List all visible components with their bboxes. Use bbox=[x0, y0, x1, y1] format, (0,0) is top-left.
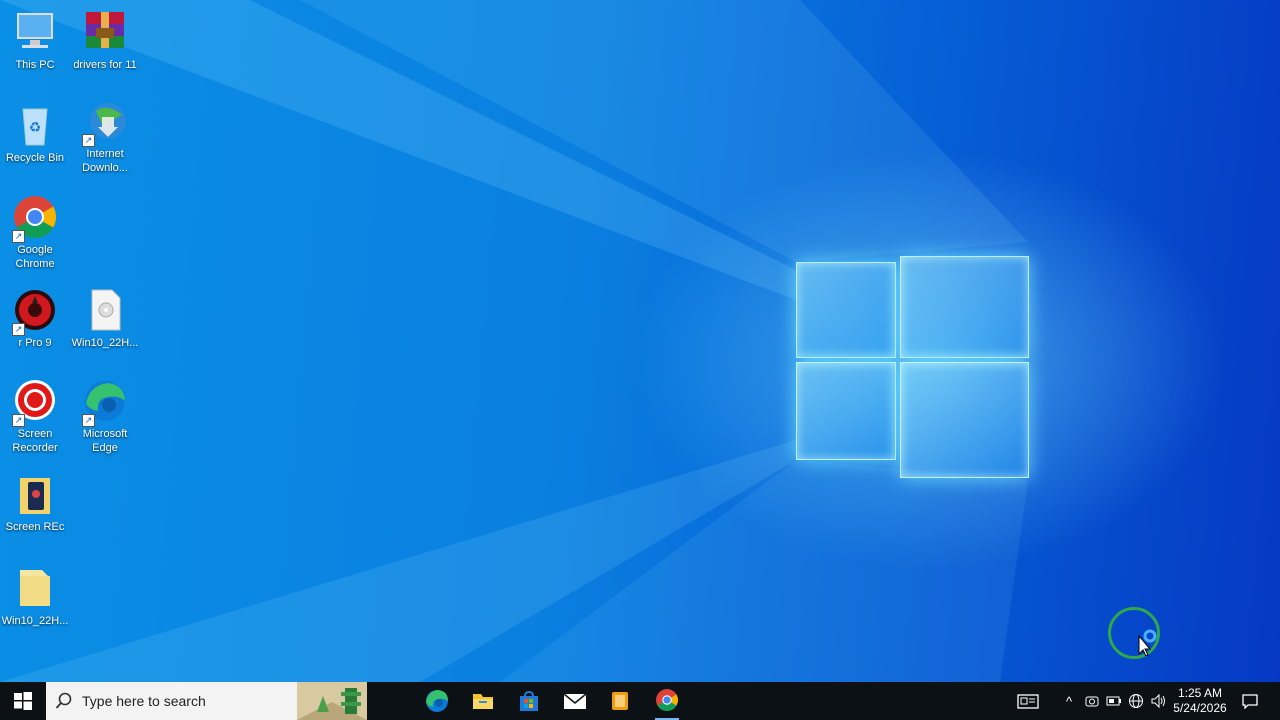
chevron-up-icon: ^ bbox=[1065, 693, 1073, 709]
search-placeholder: Type here to search bbox=[82, 693, 206, 709]
show-hidden-icons-button[interactable]: ^ bbox=[1060, 682, 1078, 720]
winrar-archive-icon bbox=[82, 10, 128, 56]
desktop-icon-label: Screen REc bbox=[5, 521, 65, 533]
windows-start-icon bbox=[14, 692, 32, 710]
red-app-icon: ↗ bbox=[12, 288, 58, 336]
tray-battery-button[interactable] bbox=[1105, 682, 1123, 720]
desktop-icon-label: Recycle Bin bbox=[5, 152, 65, 164]
desktop-icon-label: Microsoft Edge bbox=[82, 428, 128, 454]
speaker-icon bbox=[1151, 693, 1165, 709]
taskbar-search-box[interactable]: Type here to search bbox=[46, 682, 367, 720]
desktop-icon-label: This PC bbox=[15, 59, 55, 71]
desktop-icon-drivers[interactable]: drivers for 11 bbox=[70, 10, 140, 72]
desktop-background[interactable]: This PC drivers for 11 ♻ Recycle Bin ↗ I… bbox=[0, 0, 1280, 682]
windows-logo-wallpaper bbox=[796, 242, 1029, 480]
desktop-icon-label: Internet Downlo... bbox=[82, 148, 128, 174]
start-button[interactable] bbox=[0, 682, 46, 720]
media-app-icon bbox=[612, 692, 628, 710]
clock-button[interactable]: 1:25 AM 5/24/2026 bbox=[1172, 682, 1228, 720]
desktop-icon-recycle-bin[interactable]: ♻ Recycle Bin bbox=[0, 103, 70, 165]
camera-icon bbox=[1085, 696, 1099, 707]
folder-icon bbox=[12, 472, 58, 518]
taskbar-mail-button[interactable] bbox=[563, 682, 587, 720]
desktop-icon-google-chrome[interactable]: ↗ Google Chrome bbox=[0, 195, 70, 271]
action-center-button[interactable] bbox=[1238, 682, 1262, 720]
svg-text:♻: ♻ bbox=[29, 119, 42, 135]
clock-date: 5/24/2026 bbox=[1173, 701, 1227, 715]
chrome-icon bbox=[656, 689, 678, 711]
battery-icon bbox=[1106, 696, 1121, 706]
news-icon bbox=[1017, 694, 1039, 709]
wallpaper-light-beams bbox=[0, 0, 1028, 682]
file-explorer-icon bbox=[473, 694, 493, 709]
tray-volume-button[interactable] bbox=[1149, 682, 1169, 720]
desktop-icon-screen-rec-folder[interactable]: Screen REc bbox=[0, 472, 70, 534]
desktop-icon-internet-download-manager[interactable]: ↗ Internet Downlo... bbox=[70, 99, 140, 175]
folder-icon bbox=[12, 566, 58, 612]
chrome-icon: ↗ bbox=[12, 195, 58, 243]
tray-network-button[interactable] bbox=[1127, 682, 1145, 720]
search-highlight-image-icon bbox=[297, 682, 367, 720]
clock-time: 1:25 AM bbox=[1177, 686, 1223, 700]
recycle-bin-icon: ♻ bbox=[12, 103, 58, 149]
globe-network-icon bbox=[1129, 694, 1143, 708]
desktop-icon-r-pro-9[interactable]: ↗ r Pro 9 bbox=[0, 288, 70, 350]
mail-icon bbox=[563, 693, 587, 709]
taskbar-edge-button[interactable] bbox=[425, 682, 449, 720]
disc-image-file-icon bbox=[82, 288, 128, 334]
taskbar-media-app-button[interactable] bbox=[609, 682, 631, 720]
desktop-icon-this-pc[interactable]: This PC bbox=[0, 10, 70, 72]
desktop-icon-label: Google Chrome bbox=[15, 244, 55, 270]
microsoft-store-icon bbox=[520, 690, 538, 711]
edge-icon bbox=[426, 690, 448, 712]
screen-recorder-icon: ↗ bbox=[12, 379, 58, 427]
internet-download-manager-icon: ↗ bbox=[82, 99, 128, 147]
desktop-icon-win10-iso[interactable]: Win10_22H... bbox=[70, 288, 140, 350]
desktop-icon-label: r Pro 9 bbox=[18, 337, 52, 349]
desktop-icon-win10-folder[interactable]: Win10_22H... bbox=[0, 566, 70, 628]
busy-cursor-indicator bbox=[1108, 607, 1160, 659]
tray-camera-button[interactable] bbox=[1083, 682, 1101, 720]
desktop-icon-label: Screen Recorder bbox=[12, 428, 58, 454]
desktop-icon-label: Win10_22H... bbox=[71, 337, 139, 349]
desktop-icon-label: Win10_22H... bbox=[1, 615, 69, 627]
news-widget-button[interactable] bbox=[1016, 682, 1040, 720]
desktop-icon-label: drivers for 11 bbox=[73, 59, 137, 71]
notification-icon bbox=[1242, 694, 1258, 709]
desktop-icon-microsoft-edge[interactable]: ↗ Microsoft Edge bbox=[70, 379, 140, 455]
desktop-icon-screen-recorder[interactable]: ↗ Screen Recorder bbox=[0, 379, 70, 455]
taskbar-store-button[interactable] bbox=[517, 682, 541, 720]
taskbar-file-explorer-button[interactable] bbox=[471, 682, 495, 720]
search-icon bbox=[55, 692, 72, 709]
taskbar-chrome-button[interactable] bbox=[655, 682, 679, 720]
edge-icon: ↗ bbox=[82, 379, 128, 427]
computer-icon bbox=[12, 10, 58, 56]
